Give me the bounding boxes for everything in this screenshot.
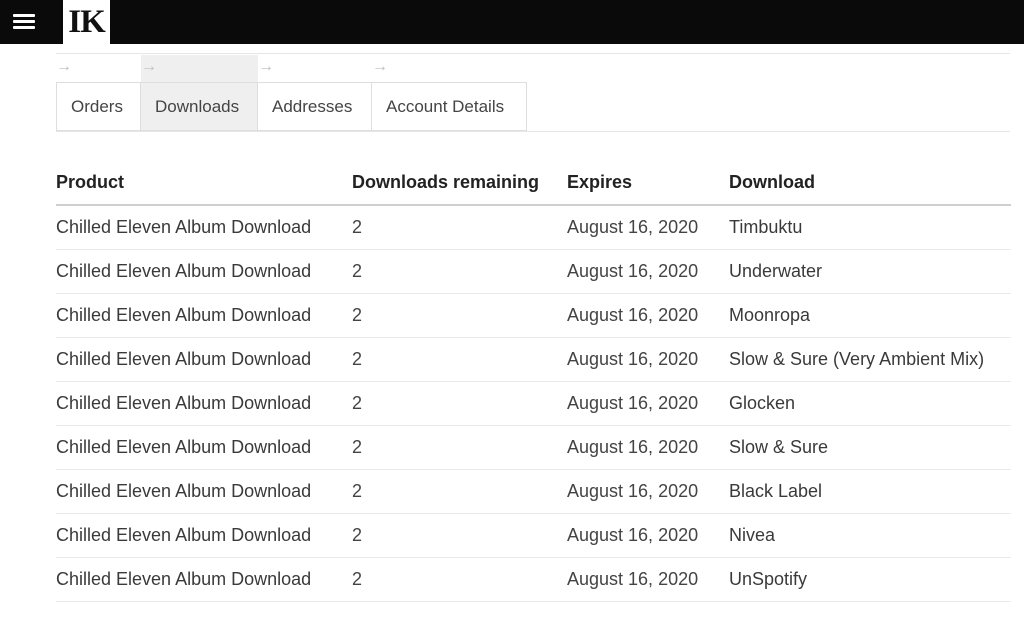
table-row: Chilled Eleven Album Download 2 August 1… [56, 425, 1011, 470]
table-row: Chilled Eleven Album Download 2 August 1… [56, 513, 1011, 558]
expires-date: August 16, 2020 [567, 381, 729, 426]
downloads-remaining: 2 [352, 381, 567, 426]
download-link[interactable]: Timbuktu [729, 205, 1011, 250]
tab-orders[interactable]: → Orders [56, 55, 141, 131]
downloads-remaining: 2 [352, 469, 567, 514]
expires-date: August 16, 2020 [567, 513, 729, 558]
site-logo[interactable]: IK [63, 0, 110, 44]
product-link[interactable]: Chilled Eleven Album Download [56, 337, 352, 382]
table-row: Chilled Eleven Album Download 2 August 1… [56, 205, 1011, 250]
product-link[interactable]: Chilled Eleven Album Download [56, 557, 352, 602]
tab-label: Downloads [155, 96, 240, 116]
divider [56, 131, 1010, 132]
product-link[interactable]: Chilled Eleven Album Download [56, 205, 352, 250]
product-link[interactable]: Chilled Eleven Album Download [56, 425, 352, 470]
column-header-download: Download [729, 160, 1011, 206]
download-link[interactable]: Moonropa [729, 293, 1011, 338]
tab-label: Account Details [386, 96, 505, 116]
expires-date: August 16, 2020 [567, 557, 729, 602]
download-link[interactable]: Slow & Sure [729, 425, 1011, 470]
downloads-remaining: 2 [352, 557, 567, 602]
product-link[interactable]: Chilled Eleven Album Download [56, 381, 352, 426]
top-bar: IK [0, 0, 1024, 44]
downloads-remaining: 2 [352, 293, 567, 338]
expires-date: August 16, 2020 [567, 249, 729, 294]
product-link[interactable]: Chilled Eleven Album Download [56, 293, 352, 338]
product-link[interactable]: Chilled Eleven Album Download [56, 513, 352, 558]
arrow-right-icon: → [258, 58, 274, 75]
table-row: Chilled Eleven Album Download 2 August 1… [56, 293, 1011, 338]
tab-label: Orders [71, 96, 123, 116]
download-link[interactable]: Underwater [729, 249, 1011, 294]
expires-date: August 16, 2020 [567, 205, 729, 250]
table-row: Chilled Eleven Album Download 2 August 1… [56, 249, 1011, 294]
download-link[interactable]: Slow & Sure (Very Ambient Mix) [729, 337, 1011, 382]
table-row: Chilled Eleven Album Download 2 August 1… [56, 557, 1011, 602]
expires-date: August 16, 2020 [567, 469, 729, 514]
table-row: Chilled Eleven Album Download 2 August 1… [56, 381, 1011, 426]
product-link[interactable]: Chilled Eleven Album Download [56, 249, 352, 294]
divider [56, 53, 1010, 54]
column-header-product: Product [56, 160, 352, 206]
downloads-remaining: 2 [352, 249, 567, 294]
arrow-right-icon: → [56, 58, 72, 75]
expires-date: August 16, 2020 [567, 337, 729, 382]
product-link[interactable]: Chilled Eleven Album Download [56, 469, 352, 514]
table-row: Chilled Eleven Album Download 2 August 1… [56, 337, 1011, 382]
arrow-right-icon: → [372, 58, 388, 75]
tab-addresses[interactable]: → Addresses [258, 55, 372, 131]
tab-label: Addresses [272, 96, 353, 116]
downloads-table: Product Downloads remaining Expires Down… [56, 160, 1011, 602]
downloads-remaining: 2 [352, 425, 567, 470]
download-link[interactable]: Nivea [729, 513, 1011, 558]
table-header-row: Product Downloads remaining Expires Down… [56, 160, 1011, 206]
downloads-remaining: 2 [352, 205, 567, 250]
expires-date: August 16, 2020 [567, 425, 729, 470]
expires-date: August 16, 2020 [567, 293, 729, 338]
download-link[interactable]: Glocken [729, 381, 1011, 426]
arrow-right-icon: → [141, 58, 157, 75]
column-header-downloads-remaining: Downloads remaining [352, 160, 567, 206]
tab-downloads[interactable]: → Downloads [141, 55, 258, 131]
download-link[interactable]: Black Label [729, 469, 1011, 514]
hamburger-menu-icon[interactable] [13, 14, 35, 30]
tab-account-details[interactable]: → Account Details [372, 55, 527, 131]
column-header-expires: Expires [567, 160, 729, 206]
download-link[interactable]: UnSpotify [729, 557, 1011, 602]
table-row: Chilled Eleven Album Download 2 August 1… [56, 469, 1011, 514]
downloads-remaining: 2 [352, 337, 567, 382]
downloads-remaining: 2 [352, 513, 567, 558]
